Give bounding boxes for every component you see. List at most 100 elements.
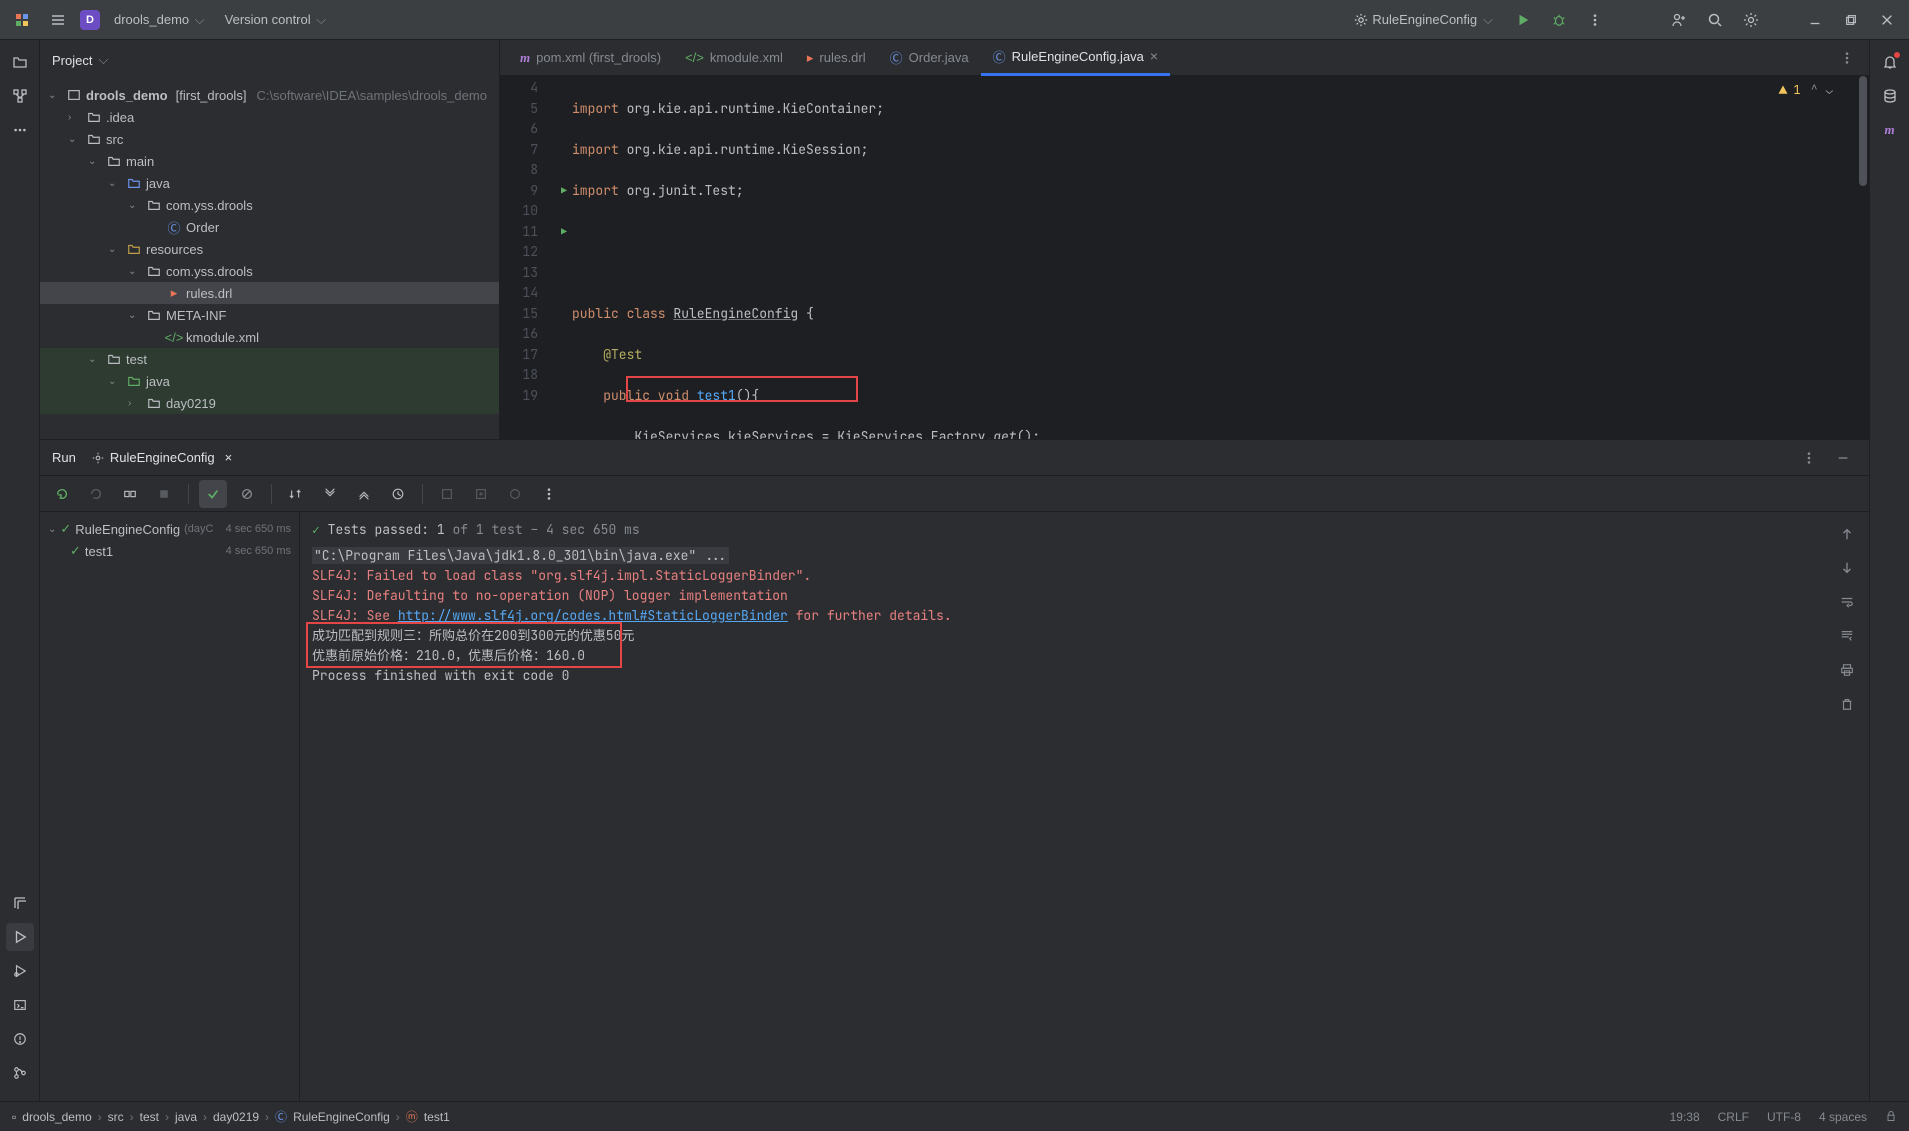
- tree-main[interactable]: ⌄ main: [40, 150, 499, 172]
- settings-icon[interactable]: [1737, 6, 1765, 34]
- minimize-icon[interactable]: [1801, 6, 1829, 34]
- notifications-icon[interactable]: [1876, 48, 1904, 76]
- test-item-row[interactable]: ✓ test1 4 sec 650 ms: [40, 540, 299, 562]
- stop-icon[interactable]: [150, 480, 178, 508]
- code-with-me-icon[interactable]: [1665, 6, 1693, 34]
- vcs-dropdown[interactable]: Version control ⌵: [225, 12, 326, 28]
- tree-java[interactable]: ⌄ java: [40, 172, 499, 194]
- run-button[interactable]: [1509, 6, 1537, 34]
- more-actions-icon[interactable]: [1581, 6, 1609, 34]
- terminal-tool-icon[interactable]: [6, 991, 34, 1019]
- run-config-tab[interactable]: RuleEngineConfig ×: [92, 440, 232, 476]
- tab-config[interactable]: Ⓒ RuleEngineConfig.java ×: [981, 40, 1170, 76]
- maximize-icon[interactable]: [1837, 6, 1865, 34]
- tree-root[interactable]: ⌄ drools_demo [first_drools] C:\software…: [40, 84, 499, 106]
- search-icon[interactable]: [1701, 6, 1729, 34]
- project-tree[interactable]: ⌄ drools_demo [first_drools] C:\software…: [40, 80, 499, 439]
- tree-metainf[interactable]: ⌄ META-INF: [40, 304, 499, 326]
- tree-src[interactable]: ⌄ src: [40, 128, 499, 150]
- cursor-position[interactable]: 19:38: [1670, 1110, 1700, 1124]
- settings2-icon[interactable]: [501, 480, 529, 508]
- tree-idea[interactable]: › .idea: [40, 106, 499, 128]
- git-tool-icon[interactable]: [6, 1059, 34, 1087]
- history-icon[interactable]: [384, 480, 412, 508]
- tree-kmodule[interactable]: </> kmodule.xml: [40, 326, 499, 348]
- statusbar: ▫ drools_demo› src› test› java› day0219›…: [0, 1101, 1909, 1131]
- expand-icon[interactable]: [316, 480, 344, 508]
- tab-kmodule[interactable]: </> kmodule.xml: [673, 40, 795, 76]
- tree-day[interactable]: › day0219: [40, 392, 499, 414]
- project-panel-header[interactable]: Project ⌵: [40, 40, 499, 80]
- test-root-row[interactable]: ⌄ ✓ RuleEngineConfig (dayC 4 sec 650 ms: [40, 518, 299, 540]
- run-toolbar: [40, 476, 1869, 512]
- left-tool-strip: [0, 40, 40, 1101]
- tree-java2[interactable]: ⌄ java: [40, 370, 499, 392]
- project-tool-icon[interactable]: [6, 48, 34, 76]
- bookmarks-tool-icon[interactable]: [6, 889, 34, 917]
- console-side-icons: [1833, 520, 1861, 718]
- run-panel-hide-icon[interactable]: [1829, 444, 1857, 472]
- debug-button[interactable]: [1545, 6, 1573, 34]
- show-ignored-icon[interactable]: [233, 480, 261, 508]
- structure-tool-icon[interactable]: [6, 82, 34, 110]
- export-icon[interactable]: [467, 480, 495, 508]
- soft-wrap-icon[interactable]: [1833, 588, 1861, 616]
- encoding[interactable]: UTF-8: [1767, 1110, 1801, 1124]
- tab-order[interactable]: Ⓒ Order.java: [878, 40, 981, 76]
- import-icon[interactable]: [433, 480, 461, 508]
- test-tree[interactable]: ⌄ ✓ RuleEngineConfig (dayC 4 sec 650 ms …: [40, 512, 300, 1101]
- console-line: SLF4J: See http://www.slf4j.org/codes.ht…: [312, 606, 1857, 626]
- run-panel-tabs: Run RuleEngineConfig ×: [40, 440, 1869, 476]
- console-line: Process finished with exit code 0: [312, 666, 1857, 686]
- tree-resources[interactable]: ⌄ resources: [40, 238, 499, 260]
- more-tool-icon[interactable]: [6, 116, 34, 144]
- tree-rules[interactable]: ▸ rules.drl: [40, 282, 499, 304]
- editor-tabs: m pom.xml (first_drools) </> kmodule.xml…: [500, 40, 1869, 76]
- breadcrumb[interactable]: ▫ drools_demo› src› test› java› day0219›…: [12, 1108, 450, 1125]
- hamburger-icon[interactable]: [44, 6, 72, 34]
- scroll-up-icon[interactable]: [1833, 520, 1861, 548]
- rerun-icon[interactable]: [48, 480, 76, 508]
- console-line: SLF4J: Failed to load class "org.slf4j.i…: [312, 566, 1857, 586]
- code-area[interactable]: import org.kie.api.runtime.KieContainer;…: [572, 76, 1869, 439]
- tree-pkg[interactable]: ⌄ com.yss.drools: [40, 194, 499, 216]
- problems-tool-icon[interactable]: [6, 1025, 34, 1053]
- run-config-dropdown[interactable]: RuleEngineConfig ⌵: [1354, 12, 1493, 28]
- show-passed-icon[interactable]: [199, 480, 227, 508]
- run-panel: Run RuleEngineConfig ×: [40, 440, 1869, 1101]
- project-name[interactable]: drools_demo ⌵: [114, 12, 205, 28]
- editor-scrollbar[interactable]: [1857, 76, 1869, 439]
- console-line: SLF4J: Defaulting to no-operation (NOP) …: [312, 586, 1857, 606]
- line-separator[interactable]: CRLF: [1718, 1110, 1749, 1124]
- toggle-auto-icon[interactable]: [116, 480, 144, 508]
- run-tab-close-icon[interactable]: ×: [225, 450, 233, 465]
- debug-tool-icon[interactable]: [6, 957, 34, 985]
- toolbar-more-icon[interactable]: [535, 480, 563, 508]
- tree-pkg2[interactable]: ⌄ com.yss.drools: [40, 260, 499, 282]
- collapse-icon[interactable]: [350, 480, 378, 508]
- tab-close-icon[interactable]: ×: [1150, 48, 1158, 64]
- tab-rules[interactable]: ▸ rules.drl: [795, 40, 878, 76]
- close-icon[interactable]: [1873, 6, 1901, 34]
- maven-icon[interactable]: m: [1876, 116, 1904, 144]
- database-icon[interactable]: [1876, 82, 1904, 110]
- console-output[interactable]: ✓ Tests passed: 1 of 1 test – 4 sec 650 …: [300, 512, 1869, 1101]
- clear-icon[interactable]: [1833, 690, 1861, 718]
- app-menu-icon[interactable]: [8, 6, 36, 34]
- tree-order[interactable]: Ⓒ Order: [40, 216, 499, 238]
- tab-more-icon[interactable]: [1833, 44, 1861, 72]
- slf4j-link[interactable]: http://www.slf4j.org/codes.html#StaticLo…: [398, 607, 788, 624]
- run-tool-icon[interactable]: [6, 923, 34, 951]
- tab-pom[interactable]: m pom.xml (first_drools): [508, 40, 673, 76]
- indent[interactable]: 4 spaces: [1819, 1110, 1867, 1124]
- readonly-icon[interactable]: [1885, 1110, 1897, 1124]
- editor-body[interactable]: 1 ^ ⌄ 45678910111213141516171819 ▶ ▶ imp…: [500, 76, 1869, 439]
- run-panel-more-icon[interactable]: [1795, 444, 1823, 472]
- print-icon[interactable]: [1833, 656, 1861, 684]
- tree-test[interactable]: ⌄ test: [40, 348, 499, 370]
- rerun-failed-icon[interactable]: [82, 480, 110, 508]
- scroll-down-icon[interactable]: [1833, 554, 1861, 582]
- scroll-to-end-icon[interactable]: [1833, 622, 1861, 650]
- sort-icon[interactable]: [282, 480, 310, 508]
- run-tab[interactable]: Run: [52, 440, 76, 476]
